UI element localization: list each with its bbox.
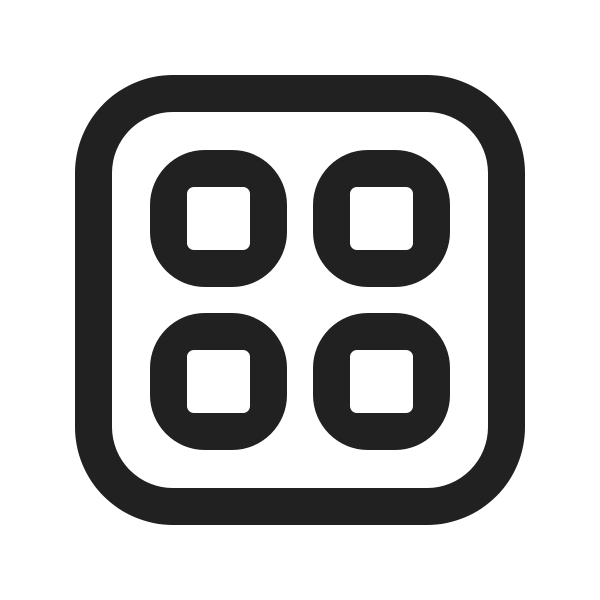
tile-top-left-icon [150,150,287,287]
frame-outline [75,75,525,525]
tile-top-right-icon [313,150,450,287]
apps-grid-icon [75,75,525,525]
tile-bottom-right-icon [313,313,450,450]
tile-bottom-left-icon [150,313,287,450]
icon-canvas [0,0,600,600]
